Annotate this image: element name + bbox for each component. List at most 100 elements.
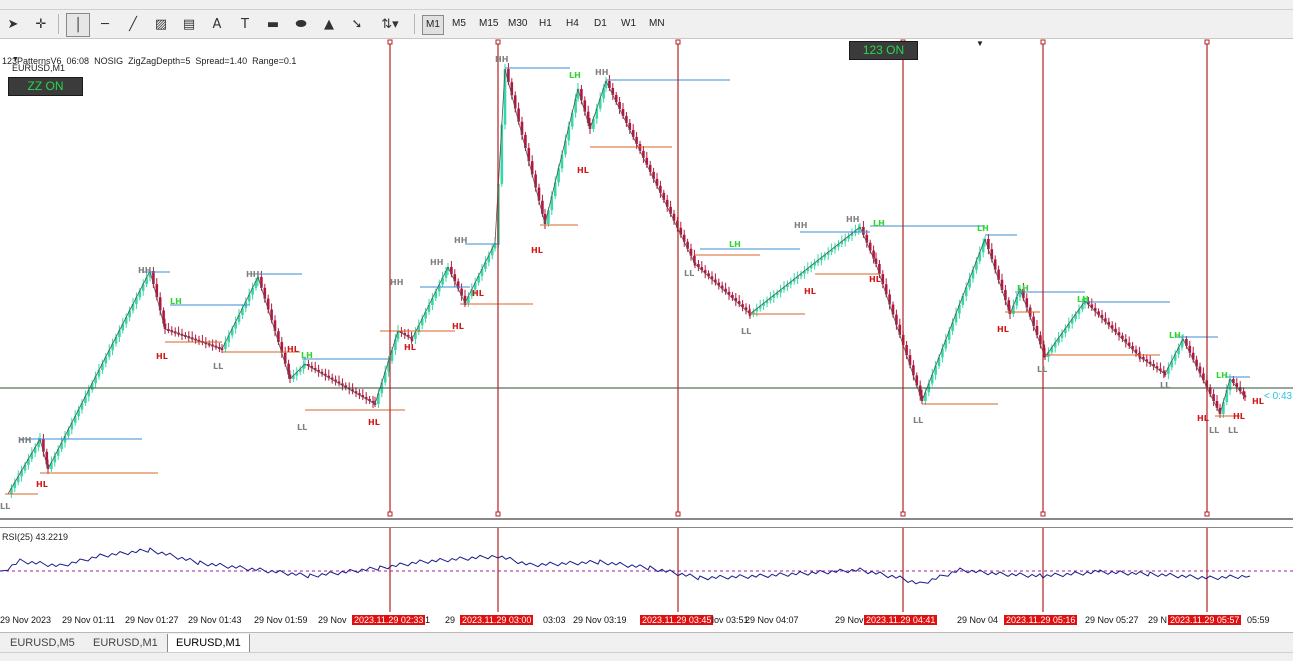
pattern-label-ll: LL <box>684 269 695 278</box>
zz-toggle-button[interactable]: ZZ ON <box>8 77 83 96</box>
signal-anchor-top <box>1204 39 1210 45</box>
arrows-dropdown-icon[interactable]: ⇅▾ <box>376 13 404 35</box>
pattern-label-ll: LL <box>1160 381 1171 390</box>
pattern-label-ll: LL <box>913 416 924 425</box>
time-marker-label: 2023.11.29 05:57 <box>1168 615 1242 625</box>
signal-anchor-bottom <box>1204 511 1210 517</box>
drawing-toolbar: ➤ ✛ │ ─ ╱ ▨ ▤ A T ▬ ⬬ ▲ ➘ ⇅▾ M1 M5 M15 M30 H… <box>0 10 1293 39</box>
signal-anchor-top <box>495 39 501 45</box>
p123-toggle-button[interactable]: 123 ON <box>849 41 918 60</box>
time-axis-label: 29 Nov 04:07 <box>745 615 799 625</box>
pattern-label-hl: HL <box>404 343 416 352</box>
shift-marker-icon: ▼ <box>976 39 984 48</box>
pattern-label-hl: HL <box>577 166 589 175</box>
fibonacci-icon[interactable]: ▤ <box>178 13 200 35</box>
pattern-label-ll: LL <box>1037 365 1048 374</box>
rsi-label: RSI(25) 43.2219 <box>2 532 69 542</box>
pattern-label-ll: LL <box>0 502 11 511</box>
time-axis-label: 29 Nov 01:27 <box>125 615 179 625</box>
price-chart[interactable]: ▼ EURUSD,M1 123PatternsV6 06:08 NOSIG Zi… <box>0 39 1293 520</box>
pattern-label-lh: LH <box>1216 371 1228 380</box>
arrow-down-icon[interactable]: ➘ <box>346 13 368 35</box>
time-axis-label: 29 Nov 2023 <box>0 615 52 625</box>
pattern-label-hl: HL <box>531 246 543 255</box>
chart-tab[interactable]: EURUSD,M1 <box>85 634 166 652</box>
time-axis-label: 29 Nov 04 <box>957 615 999 625</box>
time-axis-label: 1 <box>425 615 431 625</box>
crosshair-icon[interactable]: ✛ <box>30 13 52 35</box>
vertical-line-icon[interactable]: │ <box>66 13 90 37</box>
rectangle-icon[interactable]: ▬ <box>262 13 284 35</box>
pattern-label-lh: LH <box>170 297 182 306</box>
channel-icon[interactable]: ▨ <box>150 13 172 35</box>
pattern-label-lh: LH <box>1169 331 1181 340</box>
pattern-label-lh: LH <box>873 219 885 228</box>
time-marker-label: 2023.11.29 02:33 <box>352 615 426 625</box>
text-label-icon[interactable]: T <box>234 13 256 35</box>
time-axis-label: 29 <box>445 615 456 625</box>
timeframe-mn-button[interactable]: MN <box>646 15 668 33</box>
pattern-label-hl: HL <box>804 287 816 296</box>
pattern-label-hl: HL <box>472 289 484 298</box>
triangle-icon[interactable]: ▲ <box>318 13 340 35</box>
timeframe-h4-button[interactable]: H4 <box>563 15 582 33</box>
pattern-label-hl: HL <box>869 275 881 284</box>
pattern-label-lh: LH <box>301 351 313 360</box>
time-axis-label: 05:59 <box>1247 615 1270 625</box>
time-marker-label: 2023.11.29 03:00 <box>460 615 534 625</box>
toolbar-separator <box>58 14 59 34</box>
rsi-canvas <box>0 528 1293 613</box>
text-icon[interactable]: A <box>206 13 228 35</box>
time-axis-label: 29 Nov <box>318 615 347 625</box>
pattern-label-lh: LH <box>729 240 741 249</box>
pattern-label-lh: LH <box>1077 295 1089 304</box>
signal-anchor-bottom <box>495 511 501 517</box>
pattern-label-hl: HL <box>1252 397 1264 406</box>
signal-anchor-top <box>675 39 681 45</box>
pattern-label-hh: HH <box>390 278 404 287</box>
pattern-label-hh: HH <box>794 221 808 230</box>
time-axis: 29 Nov 2023 29 Nov 01:11 29 Nov 01:27 29 No… <box>0 612 1293 630</box>
pattern-label-hl: HL <box>452 322 464 331</box>
signal-anchor-bottom <box>900 511 906 517</box>
pattern-label-hh: HH <box>18 436 32 445</box>
time-axis-label: 29 Nov 01:59 <box>254 615 308 625</box>
time-axis-label: 03:03 <box>543 615 566 625</box>
signal-anchor-bottom <box>387 511 393 517</box>
zigzag-line <box>7 68 1246 495</box>
pattern-label-ll: LL <box>1209 426 1220 435</box>
timeframe-m15-button[interactable]: M15 <box>476 15 501 33</box>
rsi-panel[interactable]: RSI(25) 43.2219 <box>0 527 1293 613</box>
pattern-label-ll: LL <box>297 423 308 432</box>
ellipse-icon[interactable]: ⬬ <box>290 13 312 35</box>
horizontal-line-icon[interactable]: ─ <box>94 13 116 35</box>
chart-tab[interactable]: EURUSD,M5 <box>2 634 83 652</box>
chart-tab[interactable]: EURUSD,M1 <box>167 634 250 653</box>
cursor-arrow-icon[interactable]: ➤ <box>2 13 24 35</box>
signal-anchor-top <box>387 39 393 45</box>
timeframe-m5-button[interactable]: M5 <box>449 15 469 33</box>
timeframe-h1-button[interactable]: H1 <box>536 15 555 33</box>
pattern-label-lh: LH <box>977 224 989 233</box>
trendline-icon[interactable]: ╱ <box>122 13 144 35</box>
pattern-label-ll: LL <box>213 362 224 371</box>
signal-anchor-bottom <box>675 511 681 517</box>
pattern-label-hh: HH <box>138 266 152 275</box>
pattern-label-hh: HH <box>246 270 260 279</box>
chart-canvas <box>0 39 1293 517</box>
time-axis-label: 29 Nov 03:19 <box>573 615 627 625</box>
time-marker-label: 2023.11.29 04:41 <box>864 615 938 625</box>
pattern-label-hl: HL <box>287 345 299 354</box>
timeframe-d1-button[interactable]: D1 <box>591 15 610 33</box>
top-toolbar-strip <box>0 0 1293 10</box>
timeframe-m1-button[interactable]: M1 <box>422 15 444 35</box>
signal-anchor-bottom <box>1040 511 1046 517</box>
pattern-label-hl: HL <box>1233 412 1245 421</box>
timeframe-m30-button[interactable]: M30 <box>505 15 530 33</box>
pattern-label-lh: LH <box>1017 284 1029 293</box>
timeframe-w1-button[interactable]: W1 <box>618 15 639 33</box>
time-axis-label: 29 Nov <box>835 615 864 625</box>
pattern-label-hl: HL <box>368 418 380 427</box>
time-axis-label: 29 Nov 01:43 <box>188 615 242 625</box>
pattern-label-hh: HH <box>454 236 468 245</box>
